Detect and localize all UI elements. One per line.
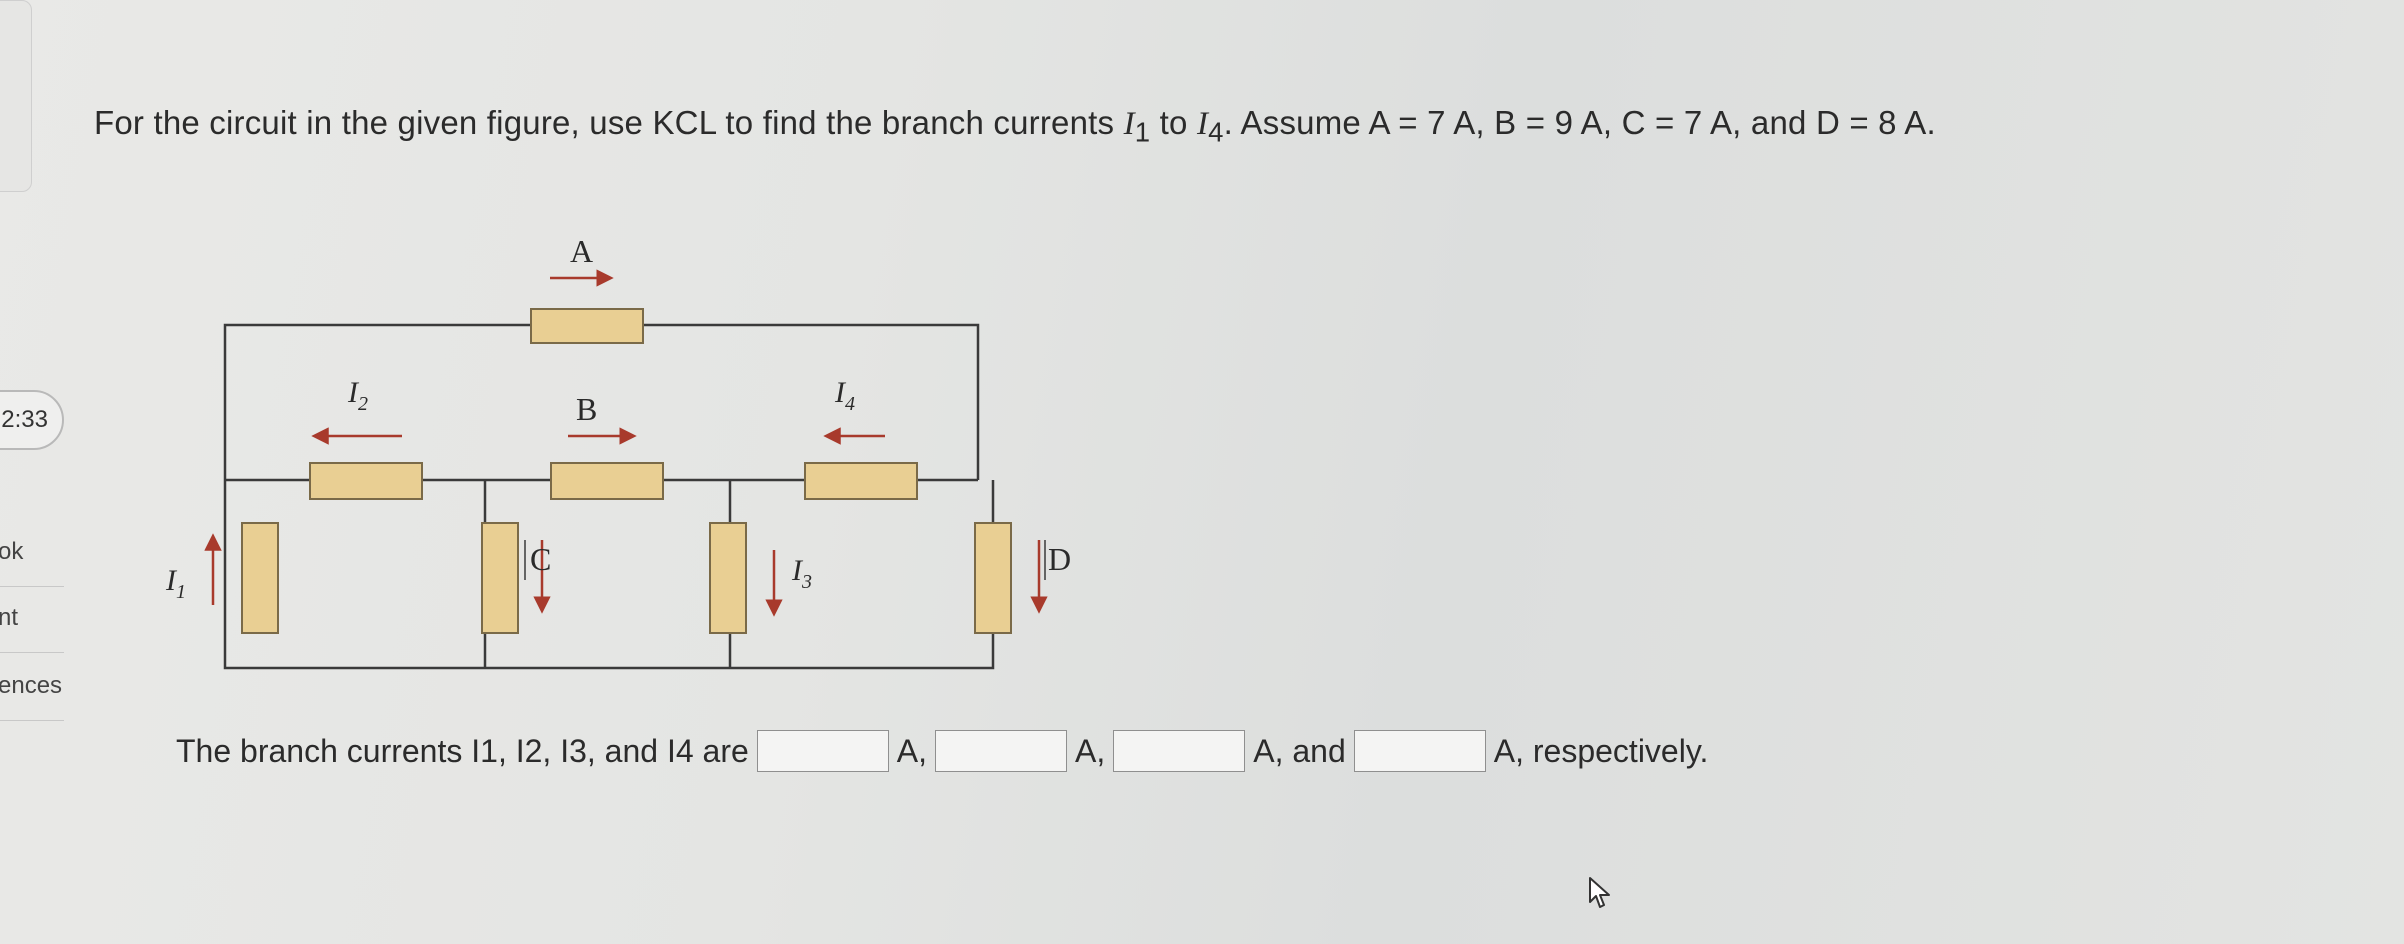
label-c: C	[530, 541, 551, 577]
answer-box-i4[interactable]	[1353, 730, 1486, 772]
answer-suffix-text: A, respectively.	[1493, 732, 1709, 769]
question-current-symbol: I	[1196, 106, 1209, 142]
resistor-d	[974, 522, 1012, 634]
timer-badge: 2:33	[0, 390, 64, 450]
resistor-b	[550, 462, 664, 500]
answer-input-i3[interactable]	[1114, 731, 1245, 772]
circuit-diagram: A B C D I2 I4 I1 I3	[165, 233, 1071, 670]
sidebar-link-references[interactable]: ences	[0, 672, 62, 700]
label-a: A	[570, 233, 593, 269]
question-current-symbol: I	[1123, 106, 1135, 142]
resistor-c	[481, 522, 519, 634]
answer-sentence: The branch currents I1, I2, I3, and I4 a…	[176, 726, 1708, 776]
label-i4-subscript: 4	[845, 393, 855, 415]
label-i3-subscript: 3	[801, 571, 812, 593]
sidebar-panel-edge	[0, 0, 32, 192]
label-i2: I2	[347, 376, 368, 415]
left-sidebar: 2:33 ok nt ences	[0, 0, 70, 944]
answer-box-i1[interactable]	[756, 730, 889, 772]
sidebar-divider	[0, 720, 64, 721]
question-text-part: to	[1150, 104, 1197, 141]
sidebar-link-print[interactable]: nt	[0, 604, 18, 632]
answer-unit-text: A, and	[1253, 732, 1346, 769]
label-d: D	[1048, 541, 1071, 577]
timer-text: 2:33	[1, 406, 48, 433]
question-current-subscript: 1	[1134, 116, 1151, 148]
question-current-subscript: 4	[1208, 116, 1224, 148]
resistor-i1	[241, 522, 279, 634]
answer-prefix-text: The branch currents I1, I2, I3, and I4 a…	[176, 732, 749, 769]
answer-input-i4[interactable]	[1354, 731, 1485, 772]
question-text-part: For the circuit in the given figure, use…	[94, 104, 1124, 141]
label-i1: I1	[165, 564, 186, 603]
label-b: B	[576, 391, 597, 427]
resistor-i4	[804, 462, 918, 500]
answer-input-i1[interactable]	[757, 731, 888, 772]
label-i3: I3	[791, 554, 812, 593]
resistor-a	[530, 308, 644, 344]
answer-unit-text: A,	[1075, 732, 1106, 769]
answer-box-i3[interactable]	[1113, 730, 1246, 772]
sidebar-link-ebook[interactable]: ok	[0, 538, 23, 566]
label-i2-subscript: 2	[358, 393, 368, 415]
pointer-cursor-icon	[1589, 877, 1610, 908]
resistor-i3	[709, 522, 747, 634]
sidebar-divider	[0, 652, 64, 653]
label-i1-subscript: 1	[176, 581, 186, 603]
answer-box-i2[interactable]	[935, 730, 1067, 772]
label-i4: I4	[834, 376, 855, 415]
answer-input-i2[interactable]	[936, 731, 1066, 772]
answer-unit-text: A,	[896, 732, 927, 769]
question-text-part: . Assume A = 7 A, B = 9 A, C = 7 A, and …	[1223, 104, 1936, 141]
resistor-i2	[309, 462, 423, 500]
question-text: For the circuit in the given figure, use…	[94, 104, 1936, 149]
sidebar-divider	[0, 586, 64, 587]
